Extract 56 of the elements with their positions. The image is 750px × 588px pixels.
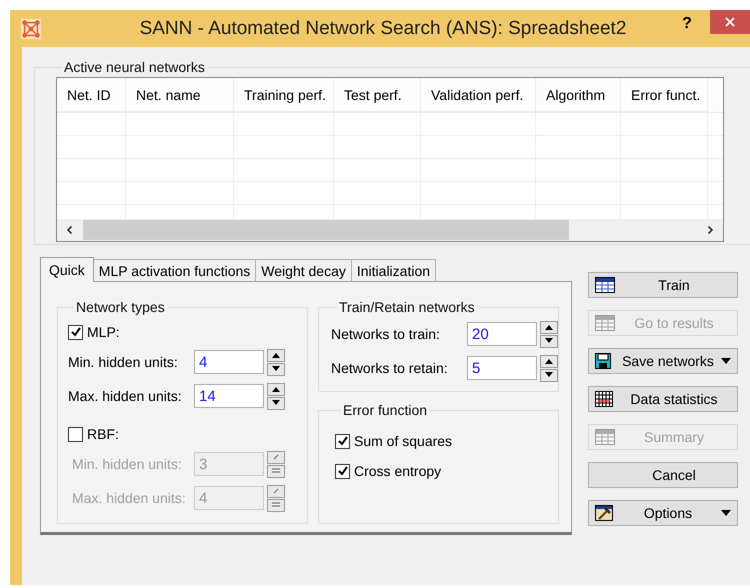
- table-icon: [595, 277, 615, 293]
- spin-buttons[interactable]: [540, 354, 558, 382]
- number-field[interactable]: 4: [194, 350, 264, 374]
- column-header[interactable]: Training perf.: [234, 78, 334, 112]
- column-header[interactable]: Algorithm: [536, 78, 621, 112]
- network-icon: [20, 18, 42, 40]
- close-icon: [724, 16, 736, 28]
- field-label: Min. hidden units:: [71, 456, 183, 472]
- field-label: Max. hidden units:: [68, 388, 183, 404]
- checkbox[interactable]: [68, 324, 83, 340]
- checkbox[interactable]: [68, 426, 83, 442]
- column-header[interactable]: Net. name: [126, 78, 234, 112]
- horizontal-scrollbar[interactable]: [57, 219, 723, 241]
- field-label: Networks to train:: [331, 326, 441, 342]
- checkbox[interactable]: [335, 434, 350, 448]
- tab[interactable]: Quick: [40, 257, 94, 282]
- close-button[interactable]: [710, 10, 750, 34]
- number-field[interactable]: 5: [467, 356, 537, 380]
- spin-buttons[interactable]: [540, 320, 558, 348]
- checkbox-label: MLP:: [87, 324, 120, 340]
- scroll-right-icon[interactable]: [705, 225, 715, 235]
- number-field[interactable]: 20: [467, 322, 537, 346]
- column-header[interactable]: Test perf.: [334, 78, 421, 112]
- tab[interactable]: Initialization: [350, 259, 436, 281]
- column-header[interactable]: Validation perf.: [421, 78, 536, 112]
- field-label: Min. hidden units:: [68, 354, 179, 370]
- checkbox-label: RBF:: [87, 426, 119, 442]
- tab[interactable]: Weight decay: [255, 259, 352, 281]
- action-button[interactable]: Cancel: [588, 462, 738, 488]
- window-title: SANN - Automated Network Search (ANS): Spreadsheet2: [138, 18, 628, 40]
- field-label: Networks to retain:: [331, 360, 449, 376]
- group-title: Active neural networks: [63, 59, 206, 75]
- caret-icon: [721, 510, 731, 516]
- sum-table-icon: [595, 429, 615, 445]
- spin-buttons[interactable]: [267, 382, 285, 410]
- help-button[interactable]: ?: [674, 14, 700, 32]
- column-header[interactable]: Net. ID: [57, 78, 126, 112]
- action-button[interactable]: Save networks: [588, 348, 738, 374]
- grid-icon: [595, 391, 613, 407]
- action-button[interactable]: Train: [588, 272, 738, 298]
- group-title: Train/Retain networks: [338, 299, 476, 315]
- field-label: Max. hidden units:: [71, 490, 187, 506]
- checkbox[interactable]: [335, 464, 350, 478]
- checkbox-label: Sum of squares: [354, 433, 452, 449]
- action-button[interactable]: Data statistics: [588, 386, 738, 412]
- column-header[interactable]: Error funct.: [621, 78, 708, 112]
- checkbox-label: Cross entropy: [354, 463, 442, 479]
- number-field[interactable]: 14: [194, 384, 264, 408]
- hammer-icon: [595, 505, 613, 521]
- group-title: Error function: [342, 402, 428, 418]
- scroll-left-icon[interactable]: [65, 225, 75, 235]
- action-button[interactable]: Options: [588, 500, 738, 526]
- caret-icon: [721, 358, 731, 364]
- group-title: Network types: [75, 299, 166, 315]
- spin-buttons[interactable]: [267, 348, 285, 376]
- table-icon: [595, 315, 615, 331]
